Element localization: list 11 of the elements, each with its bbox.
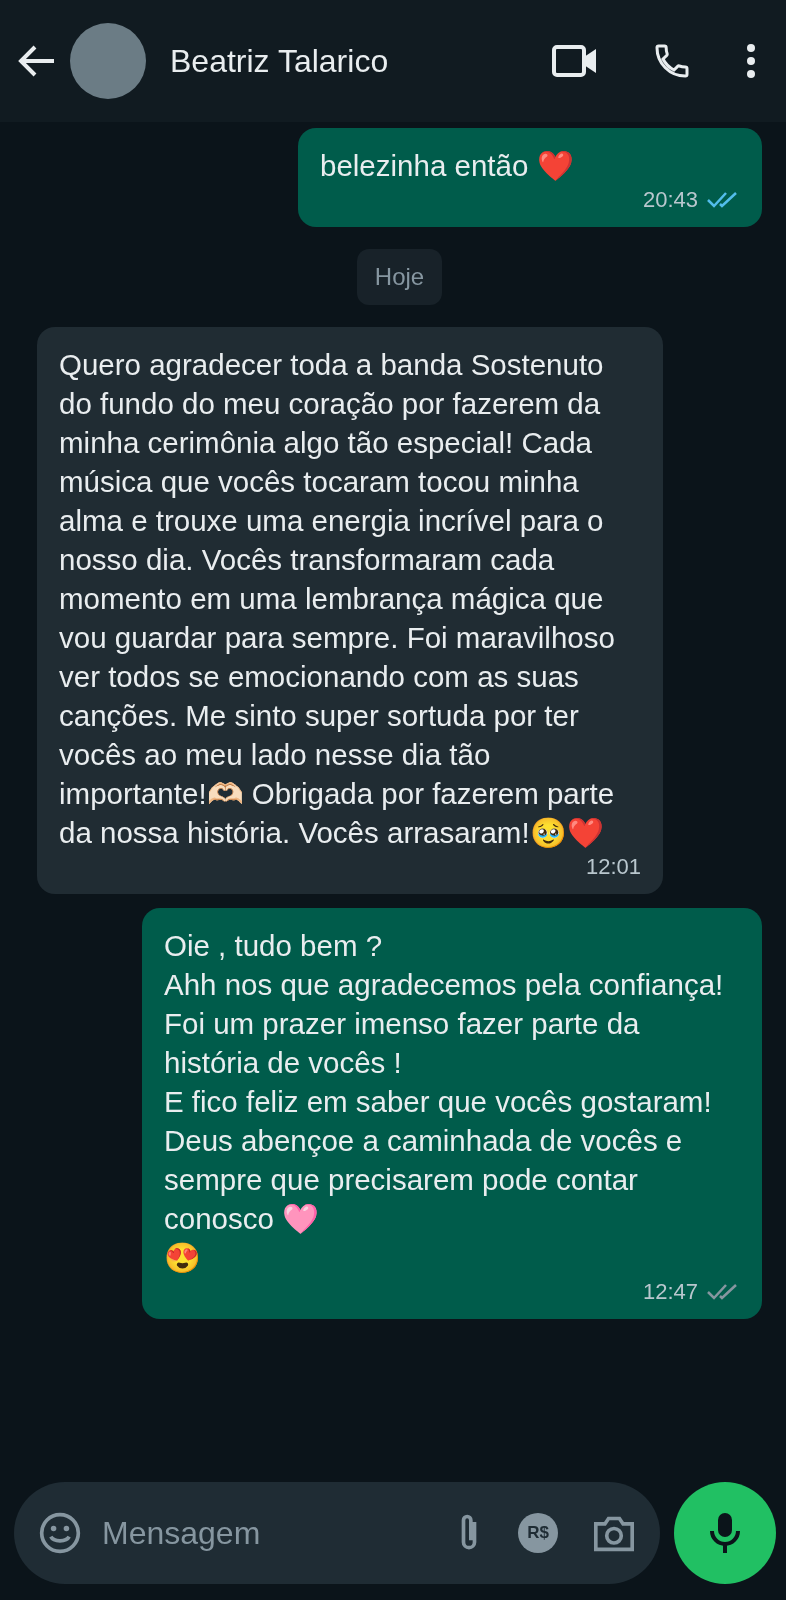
- date-chip: Hoje: [356, 249, 443, 305]
- payment-button[interactable]: R$: [518, 1513, 558, 1553]
- message-text: Oie , tudo bem ? Ahh nos que agradecemos pela confiança! Foi um prazer imenso fazer parte da história de vocês ! E fico feliz em saber que vocês gostaram! Deus abençoe a caminhada de vocês e sempre que precisarem pode contar conosco 🩷 😍: [164, 928, 725, 1276]
- message-field[interactable]: Mensagem: [100, 1508, 436, 1558]
- message-time: 20:43: [642, 186, 698, 214]
- message-input[interactable]: Mensagem R$: [14, 1482, 660, 1584]
- message-time: 12:01: [585, 853, 641, 881]
- message-text: belezinha então ❤: [320, 148, 575, 184]
- message-text: Quero agradecer toda a banda Sostenuto do fundo do meu coração por fazerem da minha cerimônia algo tão especial! Cada música que vocês tocaram tocou minha alma e trouxe uma energia incrível para o nosso dia. Vocês transformaram cada momento em uma lembrança mágica que vou guardar para sempre. Foi maravilhoso ver todos se emocionando com as suas canções. Me sinto super sortuda por ter vocês ao meu lado nesse dia tão importante!🫶🏻 Obrigada por fazerem parte da nossa história. Vocês arrasaram!🥹❤: [59, 347, 616, 851]
- message-time: 12:47: [642, 1278, 698, 1306]
- contact-name[interactable]: Beatriz Talarico: [170, 37, 538, 85]
